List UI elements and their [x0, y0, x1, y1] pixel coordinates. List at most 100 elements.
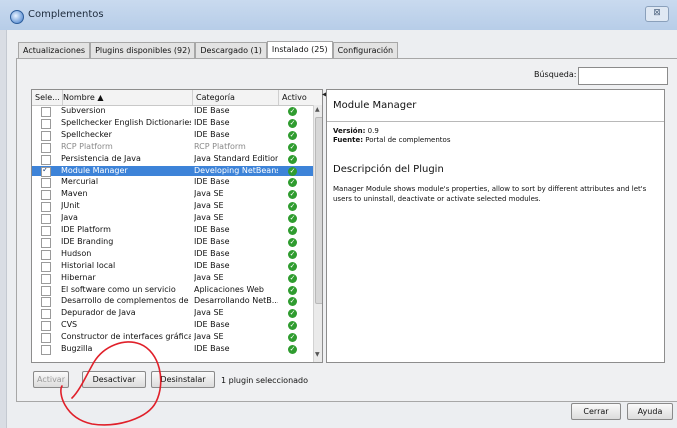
- details-divider: [327, 121, 664, 122]
- table-row[interactable]: Module Manager Developing NetBeans ✓: [32, 165, 314, 177]
- tab-plugins-disponibles[interactable]: Plugins disponibles (92): [90, 42, 196, 58]
- select-checkbox[interactable]: [41, 321, 51, 332]
- select-checkbox[interactable]: [41, 273, 51, 284]
- plugin-category: Java SE: [194, 332, 224, 342]
- description-text: Manager Module shows module's properties…: [333, 185, 647, 203]
- select-checkbox[interactable]: [41, 226, 51, 236]
- header-category[interactable]: Categoría: [193, 90, 279, 105]
- table-row[interactable]: Spellchecker English Dictionaries IDE Bas…: [32, 118, 314, 129]
- activate-button[interactable]: Activar: [33, 371, 69, 388]
- plugin-name: JUnit: [61, 201, 80, 211]
- plugin-category: IDE Base: [194, 320, 230, 330]
- select-checkbox[interactable]: [41, 237, 51, 248]
- plugin-category: Java SE: [194, 189, 224, 199]
- plugin-name: Desarrollo de complementos de N...: [61, 296, 191, 306]
- select-checkbox[interactable]: [41, 130, 51, 141]
- table-row[interactable]: Mercurial IDE Base ✓: [32, 177, 314, 189]
- netbeans-app-icon: [10, 10, 24, 24]
- table-row[interactable]: Java Java SE ✓: [32, 213, 314, 225]
- title-bar: Complementos ⊠: [0, 0, 677, 30]
- plugin-name: Constructor de interfaces gráficas: [61, 332, 191, 342]
- select-checkbox[interactable]: [41, 309, 51, 320]
- select-checkbox[interactable]: [41, 333, 51, 344]
- select-checkbox[interactable]: [41, 202, 51, 213]
- header-active[interactable]: Activo: [279, 90, 312, 105]
- table-row[interactable]: Spellchecker IDE Base ✓: [32, 130, 314, 141]
- table-row[interactable]: IDE Platform IDE Base ✓: [32, 225, 314, 236]
- tab-descargado[interactable]: Descargado (1): [195, 42, 267, 58]
- active-check-icon: ✓: [288, 321, 297, 331]
- active-check-icon: ✓: [288, 130, 297, 140]
- table-row[interactable]: Hudson IDE Base ✓: [32, 249, 314, 260]
- header-name[interactable]: Nombre ▲: [60, 90, 193, 105]
- table-row[interactable]: CVS IDE Base ✓: [32, 320, 314, 332]
- active-check-icon: ✓: [288, 166, 297, 176]
- plugin-name: Historial local: [61, 260, 116, 270]
- plugin-name: Hibernar: [61, 272, 96, 282]
- select-checkbox[interactable]: [41, 107, 51, 117]
- table-row[interactable]: Historial local IDE Base ✓: [32, 261, 314, 272]
- active-check-icon: ✓: [288, 333, 297, 343]
- plugin-name: CVS: [61, 320, 78, 330]
- help-button[interactable]: Ayuda: [627, 403, 673, 420]
- close-window-button[interactable]: ⊠: [645, 6, 669, 22]
- table-row[interactable]: El software como un servicio Aplicaciones…: [32, 285, 314, 296]
- plugins-window: Complementos ⊠ Actualizaciones Plugins d…: [0, 0, 677, 428]
- search-input[interactable]: [578, 67, 668, 85]
- select-checkbox[interactable]: [41, 154, 51, 165]
- plugin-name: Spellchecker: [61, 129, 112, 139]
- deactivate-button[interactable]: Desactivar: [82, 371, 146, 388]
- plugin-category: Aplicaciones Web: [194, 284, 264, 294]
- select-checkbox[interactable]: [41, 178, 51, 189]
- active-check-icon: ✓: [288, 297, 297, 307]
- table-row[interactable]: IDE Branding IDE Base ✓: [32, 237, 314, 248]
- scroll-down-icon[interactable]: ▼: [315, 351, 320, 358]
- plugin-name: Depurador de Java: [61, 308, 136, 318]
- uninstall-button[interactable]: Desinstalar: [151, 371, 215, 388]
- select-checkbox[interactable]: [41, 166, 51, 177]
- table-row[interactable]: Desarrollo de complementos de N... Desarr…: [32, 296, 314, 308]
- details-version: Versión: 0.9: [333, 127, 379, 135]
- table-row[interactable]: Bugzilla IDE Base ✓: [32, 344, 314, 355]
- plugin-name: Subversion: [61, 106, 106, 115]
- select-checkbox[interactable]: [41, 214, 51, 225]
- active-check-icon: ✓: [288, 273, 297, 283]
- table-row[interactable]: Depurador de Java Java SE ✓: [32, 308, 314, 320]
- plugin-category: IDE Base: [194, 117, 230, 127]
- plugin-name: Spellchecker English Dictionaries: [61, 117, 191, 127]
- select-checkbox[interactable]: [41, 118, 51, 129]
- plugin-name: Bugzilla: [61, 344, 93, 353]
- left-edge-strip: [0, 30, 7, 428]
- plugin-category: IDE Base: [194, 129, 230, 139]
- select-checkbox[interactable]: [41, 190, 51, 201]
- active-check-icon: ✓: [288, 118, 297, 128]
- table-row[interactable]: Hibernar Java SE ✓: [32, 273, 314, 284]
- select-checkbox[interactable]: [41, 285, 51, 296]
- tab-configuracion[interactable]: Configuración: [332, 42, 399, 58]
- select-checkbox[interactable]: [41, 261, 51, 272]
- version-value: 0.9: [367, 127, 379, 135]
- table-row[interactable]: Persistencia de Java Java Standard Editio…: [32, 154, 314, 165]
- plugin-category: Developing NetBeans: [194, 165, 278, 175]
- select-checkbox[interactable]: [41, 345, 51, 355]
- plugin-category: Java SE: [194, 213, 224, 223]
- plugin-name: RCP Platform: [61, 141, 113, 151]
- active-check-icon: ✓: [288, 261, 297, 271]
- table-row[interactable]: JUnit Java SE ✓: [32, 201, 314, 213]
- description-heading: Descripción del Plugin: [333, 164, 444, 175]
- active-check-icon: ✓: [288, 237, 297, 247]
- table-row[interactable]: RCP Platform RCP Platform ✓: [32, 142, 314, 153]
- select-checkbox[interactable]: [41, 249, 51, 260]
- table-row[interactable]: Constructor de interfaces gráficas Java S…: [32, 332, 314, 344]
- tab-instalado[interactable]: Instalado (25): [266, 41, 333, 58]
- select-checkbox[interactable]: [41, 297, 51, 308]
- header-select[interactable]: Sele...: [32, 90, 63, 105]
- source-label: Fuente:: [333, 136, 364, 144]
- table-row[interactable]: Subversion IDE Base ✓: [32, 106, 314, 117]
- active-check-icon: ✓: [288, 249, 297, 259]
- close-button[interactable]: Cerrar: [571, 403, 621, 420]
- table-row[interactable]: Maven Java SE ✓: [32, 189, 314, 201]
- select-checkbox[interactable]: [41, 142, 51, 153]
- scroll-up-icon[interactable]: ▲: [315, 106, 320, 113]
- tab-actualizaciones[interactable]: Actualizaciones: [18, 42, 91, 58]
